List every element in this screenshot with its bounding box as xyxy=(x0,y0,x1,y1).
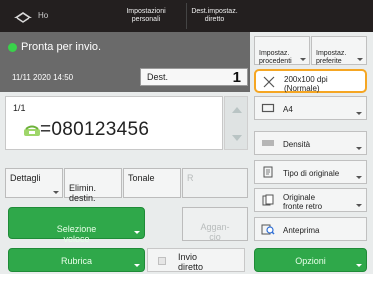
destination-count: 1 xyxy=(232,69,241,86)
resolution-label: 200x100 dpi (Normale) xyxy=(284,75,328,93)
procedure-settings-button[interactable]: Impostaz. procedenti xyxy=(254,36,310,65)
paper-size-button[interactable]: A4 xyxy=(254,96,367,120)
density-label: Densità xyxy=(283,140,311,149)
home-label: Ho xyxy=(38,11,49,20)
favorite-settings-button[interactable]: Impostaz. preferite xyxy=(311,36,367,65)
preview-icon xyxy=(261,224,275,235)
remove-destination-button[interactable]: Elimin. destin. xyxy=(64,168,122,203)
paper-size-icon xyxy=(261,103,275,113)
procedure-settings-label: Impostaz. procedenti xyxy=(259,50,292,65)
resolution-button[interactable]: 200x100 dpi (Normale) xyxy=(254,69,367,93)
original-type-button[interactable]: Tipo di originale xyxy=(254,160,367,184)
tone-label: Tonale xyxy=(128,173,155,183)
remove-destination-label: Elimin. destin. xyxy=(69,183,97,203)
direct-settings-button[interactable]: Dest.impostaz. diretto xyxy=(186,3,242,29)
favorite-settings-label: Impostaz. preferite xyxy=(316,50,347,65)
chevron-down-icon xyxy=(53,191,59,194)
status-text: Pronta per invio. xyxy=(21,41,102,53)
fax-number: =080123456 xyxy=(40,119,150,140)
status-line: Pronta per invio. xyxy=(8,40,248,56)
chevron-down-icon xyxy=(356,176,362,179)
details-label: Dettagli xyxy=(10,173,41,183)
entry-counter: 1/1 xyxy=(13,103,26,113)
scrollbar[interactable] xyxy=(224,96,248,150)
r-label: R xyxy=(187,173,194,183)
chevron-down-icon xyxy=(134,231,140,234)
chevron-down-icon xyxy=(300,58,306,61)
top-bar: Ho Impostazioni personali Dest.impostaz.… xyxy=(0,0,373,32)
chevron-down-icon xyxy=(356,204,362,207)
preview-label: Anteprima xyxy=(283,226,320,235)
chevron-down-icon xyxy=(356,147,362,150)
original-type-icon xyxy=(263,166,273,178)
preview-button[interactable]: Anteprima xyxy=(254,217,367,241)
chevron-down-icon xyxy=(356,112,362,115)
options-button[interactable]: Opzioni xyxy=(254,248,367,272)
home-button[interactable]: Ho xyxy=(12,9,72,25)
chevron-down-icon xyxy=(357,58,363,61)
direct-send-label: Invio diretto xyxy=(178,252,204,272)
bottom-area xyxy=(0,274,373,307)
direct-send-toggle[interactable]: Invio diretto xyxy=(147,248,245,272)
personal-settings-button[interactable]: Impostazioni personali xyxy=(118,3,174,29)
tone-button[interactable]: Tonale xyxy=(123,168,181,198)
date-time: 11/11 2020 14:50 xyxy=(12,73,74,82)
chevron-down-icon xyxy=(356,264,362,267)
r-button[interactable]: R xyxy=(182,168,248,198)
address-book-button[interactable]: Rubrica xyxy=(8,248,145,272)
hook-label: Aggan- cio xyxy=(200,222,230,242)
fax-number-display[interactable]: 1/1 =080123456 xyxy=(5,96,223,150)
chevron-down-icon xyxy=(134,264,140,267)
destination-counter[interactable]: Dest. 1 xyxy=(140,68,248,86)
details-button[interactable]: Dettagli xyxy=(5,168,63,198)
home-icon xyxy=(14,12,32,23)
duplex-original-button[interactable]: Originale fronte retro xyxy=(254,188,367,212)
density-button[interactable]: Densità xyxy=(254,131,367,155)
duplex-original-label: Originale fronte retro xyxy=(283,193,323,211)
destination-label: Dest. xyxy=(147,72,169,82)
duplex-icon xyxy=(262,194,274,206)
hook-button[interactable]: Aggan- cio xyxy=(182,207,248,242)
density-icon xyxy=(262,140,274,146)
ready-indicator-icon xyxy=(8,43,17,52)
scroll-up-icon[interactable] xyxy=(232,107,242,113)
direct-send-checkbox[interactable] xyxy=(158,257,166,265)
options-label: Opzioni xyxy=(295,256,326,266)
paper-size-label: A4 xyxy=(283,105,293,114)
fax-icon xyxy=(24,125,40,136)
quick-select-button[interactable]: Selezione veloce xyxy=(8,207,145,244)
scroll-down-icon[interactable] xyxy=(232,135,242,141)
address-book-label: Rubrica xyxy=(60,256,92,266)
resolution-icon xyxy=(263,76,275,88)
original-type-label: Tipo di originale xyxy=(283,169,340,178)
